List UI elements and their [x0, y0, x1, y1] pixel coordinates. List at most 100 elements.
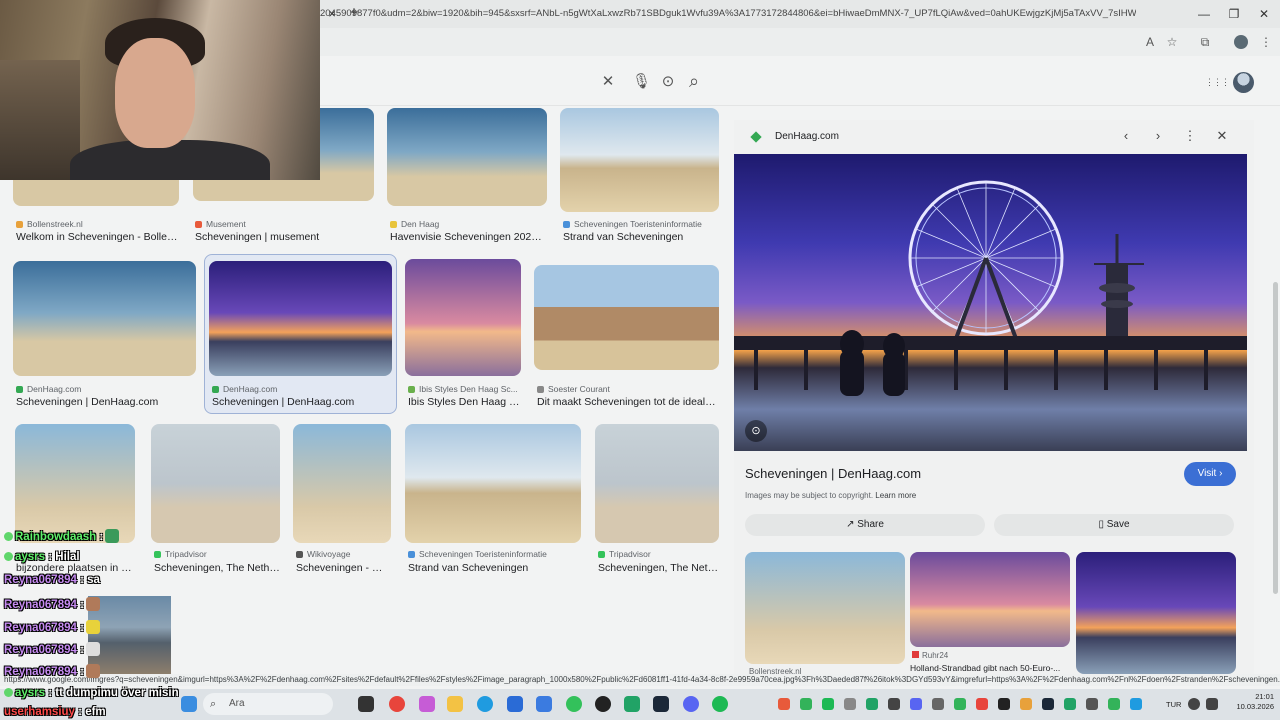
- previous-image-icon[interactable]: ‹: [1118, 128, 1134, 144]
- google-apps-icon[interactable]: ⋮⋮⋮: [1205, 73, 1230, 91]
- tray-app-icon[interactable]: [1108, 698, 1120, 710]
- visit-button[interactable]: Visit ›: [1184, 462, 1236, 486]
- edge-icon[interactable]: [477, 696, 493, 712]
- extensions-icon[interactable]: ⧉: [1197, 34, 1213, 50]
- chat-attached-image: [88, 596, 171, 674]
- result-title[interactable]: Ibis Styles Den Haag S...: [408, 396, 523, 408]
- result-title[interactable]: Scheveningen - Wi...: [296, 562, 391, 574]
- bookmark-star-icon[interactable]: ☆: [1164, 34, 1180, 50]
- wifi-icon[interactable]: [1188, 698, 1200, 710]
- input-language[interactable]: TUR: [1166, 700, 1181, 709]
- tray-app-icon[interactable]: [800, 698, 812, 710]
- spotify-icon[interactable]: [712, 696, 728, 712]
- more-options-icon[interactable]: ⋮: [1182, 128, 1198, 144]
- discord-icon[interactable]: [683, 696, 699, 712]
- result-title[interactable]: Scheveningen, The Neth...: [598, 562, 720, 574]
- result-title[interactable]: Scheveningen | DenHaag.com: [16, 396, 196, 408]
- result-image-9[interactable]: [15, 424, 135, 543]
- result-image-3[interactable]: [387, 108, 547, 206]
- tray-app-icon[interactable]: [1086, 698, 1098, 710]
- result-title[interactable]: Scheveningen | musement: [195, 231, 370, 243]
- voice-search-icon[interactable]: 🎙: [632, 73, 651, 91]
- favicon-icon: [154, 551, 161, 558]
- result-title[interactable]: Welkom in Scheveningen - Bollenst...: [16, 231, 181, 243]
- tray-app-icon[interactable]: [998, 698, 1010, 710]
- preview-source[interactable]: DenHaag.com: [775, 131, 839, 142]
- result-title[interactable]: Havenvisie Scheveningen 2025–...: [390, 231, 545, 243]
- chat-message: aysrs : tt dumpimu över misin: [4, 687, 179, 699]
- browser-profile-icon[interactable]: [1234, 35, 1248, 49]
- outlook-icon[interactable]: [536, 696, 552, 712]
- tray-app-icon[interactable]: [778, 698, 790, 710]
- tray-app-icon[interactable]: [910, 698, 922, 710]
- related-image-2[interactable]: [910, 552, 1070, 647]
- emote-icon: [85, 597, 100, 611]
- result-image-7[interactable]: [405, 259, 521, 376]
- lens-icon[interactable]: ⊙: [745, 420, 767, 442]
- related-image-1[interactable]: [745, 552, 905, 664]
- file-explorer-icon[interactable]: [447, 696, 463, 712]
- save-button[interactable]: ▯ Save: [994, 514, 1234, 536]
- preview-title[interactable]: Scheveningen | DenHaag.com: [745, 466, 921, 481]
- result-image-11[interactable]: [293, 424, 391, 543]
- tray-app-icon[interactable]: [866, 698, 878, 710]
- learn-more-link[interactable]: Learn more: [875, 491, 916, 500]
- chat-separator: :: [76, 622, 84, 634]
- translate-icon[interactable]: A: [1142, 34, 1158, 50]
- lens-search-icon[interactable]: ⊙: [659, 73, 677, 91]
- tray-app-icon[interactable]: [888, 698, 900, 710]
- tray-app-icon[interactable]: [932, 698, 944, 710]
- excel-icon[interactable]: [624, 696, 640, 712]
- tray-app-icon[interactable]: [1064, 698, 1076, 710]
- preview-image[interactable]: [734, 154, 1247, 451]
- windows-start-icon[interactable]: [181, 696, 197, 712]
- result-image-12[interactable]: [405, 424, 581, 543]
- tray-app-icon[interactable]: [1020, 698, 1032, 710]
- next-image-icon[interactable]: ›: [1150, 128, 1166, 144]
- url-text[interactable]: 2045909877f0&udm=2&biw=1920&bih=945&sxsr…: [320, 8, 1136, 19]
- result-title[interactable]: Dit maakt Scheveningen tot de ideale ...: [537, 396, 719, 408]
- tray-app-icon[interactable]: [976, 698, 988, 710]
- share-button[interactable]: ↗ Share: [745, 514, 985, 536]
- steam-icon[interactable]: [653, 696, 669, 712]
- result-title[interactable]: Scheveningen | DenHaag.com: [212, 396, 392, 408]
- related-title[interactable]: Holland-Strandbad gibt nach 50-Euro-...: [910, 663, 1070, 673]
- source-label: Tripadvisor: [609, 549, 651, 559]
- volume-icon[interactable]: [1206, 698, 1218, 710]
- taskbar-clock[interactable]: 21:01 10.03.2026: [1222, 692, 1274, 712]
- page-scrollbar[interactable]: [1273, 282, 1278, 594]
- search-icon[interactable]: ⌕: [685, 72, 703, 90]
- obs-icon[interactable]: [595, 696, 611, 712]
- copilot-icon[interactable]: [419, 696, 435, 712]
- result-image-10[interactable]: [151, 424, 280, 543]
- favicon-icon: [563, 221, 570, 228]
- result-image-13[interactable]: [595, 424, 719, 543]
- chat-user: aysrs: [15, 551, 46, 563]
- whatsapp-icon[interactable]: [566, 696, 582, 712]
- tray-app-icon[interactable]: [1130, 698, 1142, 710]
- tray-app-icon[interactable]: [1042, 698, 1054, 710]
- related-image-3[interactable]: [1076, 552, 1236, 674]
- window-close-icon[interactable]: ✕: [1256, 6, 1272, 22]
- browser-menu-icon[interactable]: ⋮: [1258, 34, 1274, 50]
- tray-app-icon[interactable]: [954, 698, 966, 710]
- tray-app-icon[interactable]: [822, 698, 834, 710]
- result-title[interactable]: bijzondere plaatsen in Sc...: [16, 562, 136, 574]
- close-preview-icon[interactable]: ✕: [1214, 128, 1230, 144]
- result-title[interactable]: Strand van Scheveningen: [408, 562, 583, 574]
- result-image-5[interactable]: [13, 261, 196, 376]
- restore-icon[interactable]: ❐: [1226, 6, 1242, 22]
- result-title[interactable]: Strand van Scheveningen: [563, 231, 721, 243]
- clear-search-icon[interactable]: ✕: [599, 73, 617, 91]
- store-icon[interactable]: [507, 696, 523, 712]
- result-image-4[interactable]: [560, 108, 719, 212]
- account-avatar[interactable]: [1233, 72, 1254, 93]
- result-title[interactable]: Scheveningen, The Nether...: [154, 562, 280, 574]
- source-label: DenHaag.com: [223, 384, 278, 394]
- task-view-icon[interactable]: [358, 696, 374, 712]
- result-image-8[interactable]: [534, 265, 719, 370]
- result-image-6[interactable]: [209, 261, 392, 376]
- tray-app-icon[interactable]: [844, 698, 856, 710]
- minimize-icon[interactable]: —: [1196, 6, 1212, 22]
- chrome-icon[interactable]: [389, 696, 405, 712]
